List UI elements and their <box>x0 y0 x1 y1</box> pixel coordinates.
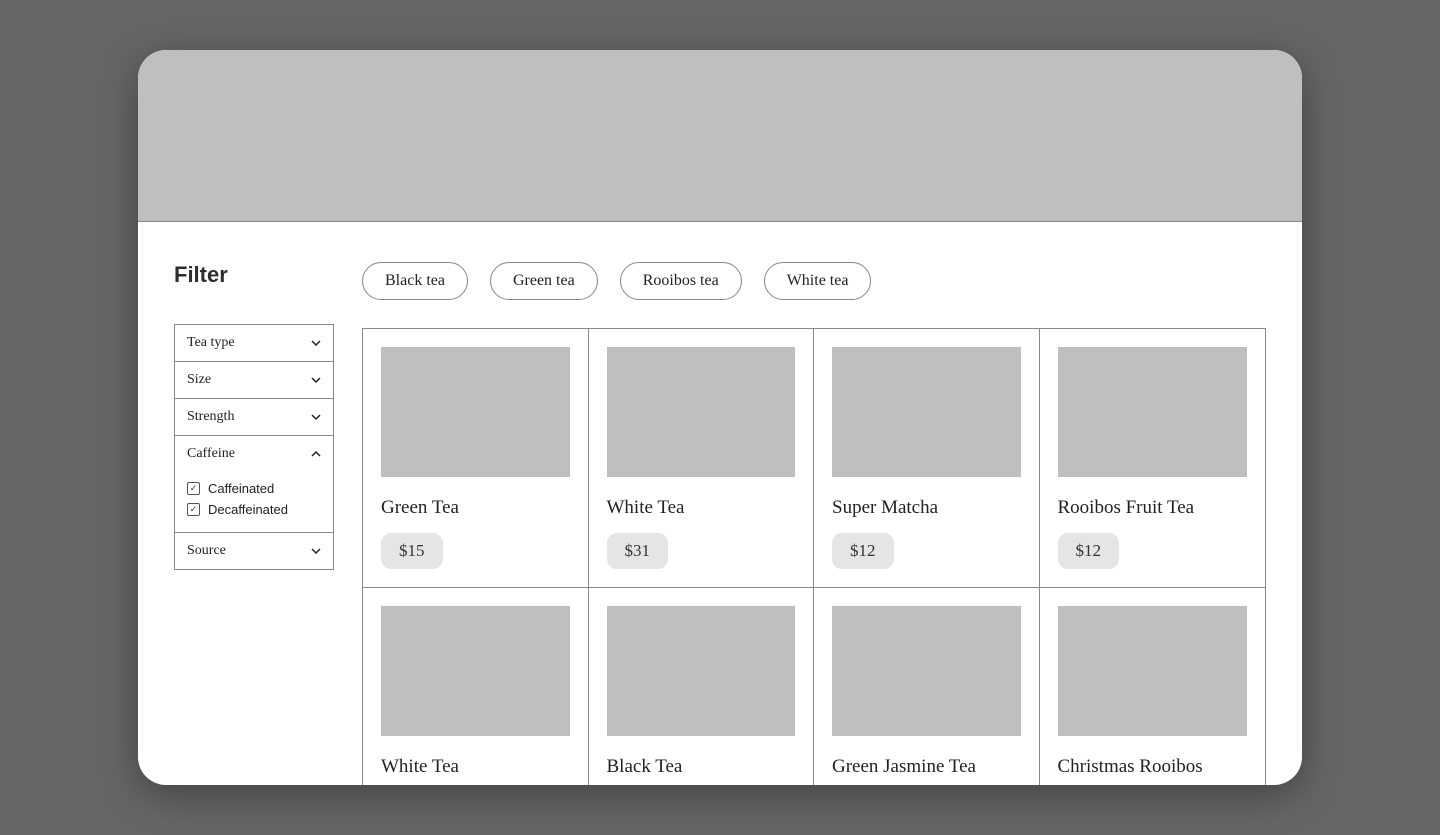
filter-label: Source <box>187 543 226 559</box>
filter-options-caffeine: ✓ Caffeinated ✓ Decaffeinated <box>175 472 333 533</box>
chevron-down-icon <box>311 546 321 556</box>
product-card[interactable]: White Tea $31 <box>589 329 815 588</box>
product-card[interactable]: Black Tea <box>589 588 815 785</box>
product-image-placeholder <box>381 606 570 736</box>
chevron-up-icon <box>311 449 321 459</box>
product-card[interactable]: White Tea <box>363 588 589 785</box>
product-image-placeholder <box>832 606 1021 736</box>
product-name: Rooibos Fruit Tea <box>1058 497 1248 519</box>
product-name: Christmas Rooibos <box>1058 756 1248 778</box>
product-image-placeholder <box>607 347 796 477</box>
product-price: $15 <box>381 533 443 569</box>
product-name: Black Tea <box>607 756 796 778</box>
filter-section-strength[interactable]: Strength <box>175 399 333 436</box>
product-card[interactable]: Super Matcha $12 <box>814 329 1040 588</box>
chip-black-tea[interactable]: Black tea <box>362 262 468 300</box>
product-name: White Tea <box>607 497 796 519</box>
product-price: $31 <box>607 533 669 569</box>
filter-section-source[interactable]: Source <box>175 533 333 569</box>
filter-heading: Filter <box>174 262 334 288</box>
filter-label: Size <box>187 372 211 388</box>
product-price: $12 <box>1058 533 1120 569</box>
product-price: $12 <box>832 533 894 569</box>
product-grid: Green Tea $15 White Tea $31 Super Matcha… <box>362 328 1266 785</box>
filter-section-caffeine[interactable]: Caffeine <box>175 436 333 472</box>
filter-label: Tea type <box>187 335 235 351</box>
product-image-placeholder <box>1058 347 1248 477</box>
filter-section-size[interactable]: Size <box>175 362 333 399</box>
filter-label: Caffeine <box>187 446 235 462</box>
main-area: Black tea Green tea Rooibos tea White te… <box>362 262 1266 785</box>
chip-green-tea[interactable]: Green tea <box>490 262 598 300</box>
chevron-down-icon <box>311 412 321 422</box>
product-image-placeholder <box>607 606 796 736</box>
chevron-down-icon <box>311 375 321 385</box>
product-card[interactable]: Rooibos Fruit Tea $12 <box>1040 329 1266 588</box>
product-image-placeholder <box>1058 606 1248 736</box>
product-image-placeholder <box>381 347 570 477</box>
content-area: Filter Tea type Size Strength <box>138 222 1302 785</box>
product-card[interactable]: Green Tea $15 <box>363 329 589 588</box>
filter-label: Strength <box>187 409 234 425</box>
hero-banner <box>138 50 1302 222</box>
product-name: White Tea <box>381 756 570 778</box>
filter-option-label: Decaffeinated <box>208 502 288 517</box>
chevron-down-icon <box>311 338 321 348</box>
product-image-placeholder <box>832 347 1021 477</box>
filter-option-decaffeinated[interactable]: ✓ Decaffeinated <box>187 499 321 520</box>
category-chips: Black tea Green tea Rooibos tea White te… <box>362 262 1266 300</box>
product-name: Green Jasmine Tea <box>832 756 1021 778</box>
filter-option-label: Caffeinated <box>208 481 274 496</box>
chip-white-tea[interactable]: White tea <box>764 262 872 300</box>
filter-option-caffeinated[interactable]: ✓ Caffeinated <box>187 478 321 499</box>
filter-sidebar: Filter Tea type Size Strength <box>174 262 334 785</box>
product-name: Super Matcha <box>832 497 1021 519</box>
product-card[interactable]: Christmas Rooibos <box>1040 588 1266 785</box>
filter-section-tea-type[interactable]: Tea type <box>175 325 333 362</box>
product-name: Green Tea <box>381 497 570 519</box>
checkbox-checked-icon: ✓ <box>187 503 200 516</box>
chip-rooibos-tea[interactable]: Rooibos tea <box>620 262 742 300</box>
filter-panel: Tea type Size Strength <box>174 324 334 570</box>
product-card[interactable]: Green Jasmine Tea <box>814 588 1040 785</box>
app-window: Filter Tea type Size Strength <box>138 50 1302 785</box>
checkbox-checked-icon: ✓ <box>187 482 200 495</box>
